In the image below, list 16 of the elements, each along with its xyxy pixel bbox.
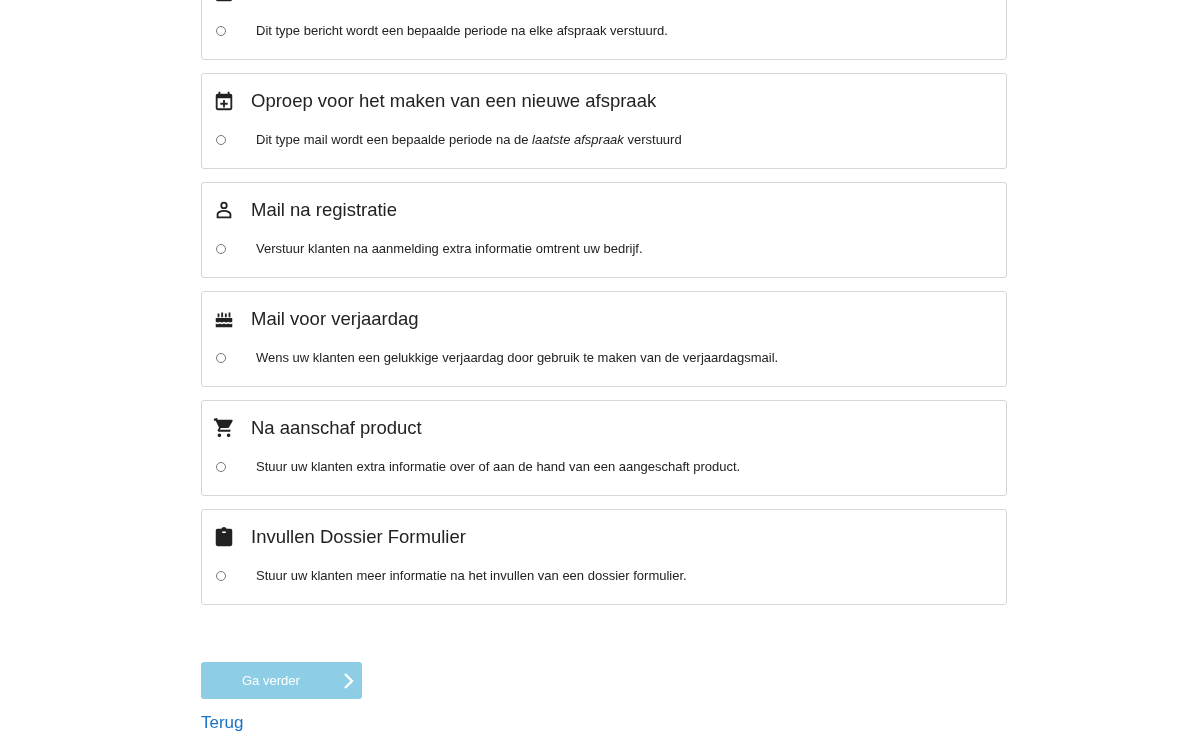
back-link[interactable]: Terug <box>201 713 244 733</box>
option-description: Dit type bericht wordt een bepaalde periode na elke afspraak verstuurd. <box>256 23 668 38</box>
option-title: Invullen Dossier Formulier <box>251 526 466 548</box>
option-title: Na aanschaf product <box>251 417 422 439</box>
cart-icon <box>213 417 235 439</box>
option-description: Verstuur klanten na aanmelding extra informatie omtrent uw bedrijf. <box>256 241 643 256</box>
option-title: Mail na registratie <box>251 199 397 221</box>
option-description: Stuur uw klanten meer informatie na het invullen van een dossier formulier. <box>256 568 687 583</box>
chevron-right-icon <box>342 670 354 691</box>
option-title: Mail voor verjaardag <box>251 308 419 330</box>
option-description: Wens uw klanten een gelukkige verjaardag door gebruik te maken van de verjaardagsmail. <box>256 350 779 365</box>
option-description: Dit type mail wordt een bepaalde periode na de laatste afspraak verstuurd <box>256 132 682 147</box>
clipboard-icon <box>213 526 235 548</box>
option-title: Oproep voor het maken van een nieuwe afspraak <box>251 90 657 112</box>
option-description: Stuur uw klanten extra informatie over of aan de hand van een aangeschaft product. <box>256 459 741 474</box>
calendar-icon <box>213 90 235 112</box>
